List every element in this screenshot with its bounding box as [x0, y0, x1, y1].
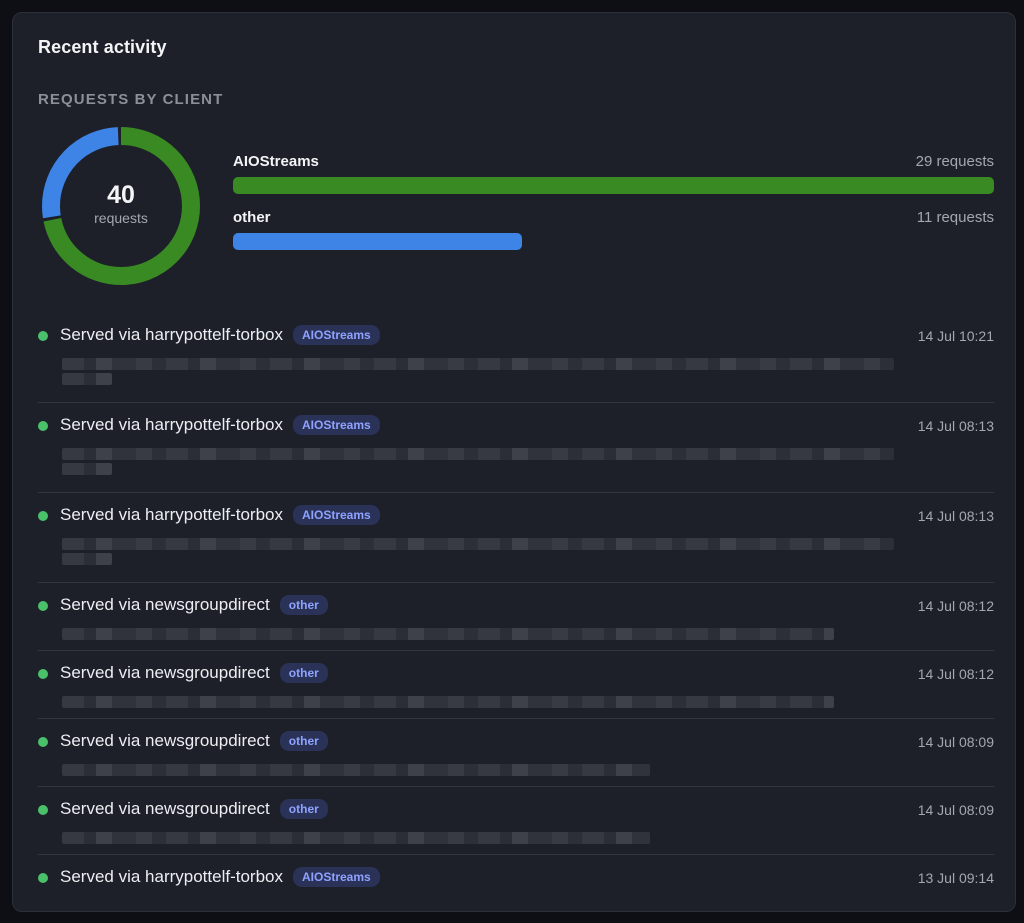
- activity-item[interactable]: Served via newsgroupdirect other 14 Jul 0…: [38, 787, 994, 855]
- client-badge: AIOStreams: [293, 325, 380, 345]
- activity-item[interactable]: Served via harrypottelf-torbox AIOStreams…: [38, 403, 994, 493]
- recent-activity-card: Recent activity REQUESTS BY CLIENT 40 re…: [12, 12, 1016, 912]
- activity-time: 14 Jul 08:12: [917, 598, 994, 614]
- redacted-detail: [62, 463, 112, 475]
- client-name: AIOStreams: [233, 153, 319, 170]
- status-dot-icon: [38, 601, 48, 611]
- status-dot-icon: [38, 669, 48, 679]
- activity-item[interactable]: Served via newsgroupdirect other 14 Jul 0…: [38, 719, 994, 787]
- donut-total: 40: [107, 181, 135, 209]
- activity-title: Served via harrypottelf-torbox: [60, 415, 283, 434]
- activity-title: Served via newsgroupdirect: [60, 663, 270, 682]
- bar-track: [233, 233, 994, 250]
- redacted-detail: [62, 832, 650, 844]
- client-count: 29 requests: [915, 153, 994, 170]
- activity-list: Served via harrypottelf-torbox AIOStreams…: [38, 313, 994, 923]
- activity-time: 14 Jul 08:13: [917, 418, 994, 434]
- status-dot-icon: [38, 873, 48, 883]
- status-dot-icon: [38, 805, 48, 815]
- activity-title: Served via newsgroupdirect: [60, 799, 270, 818]
- activity-time: 14 Jul 08:13: [917, 508, 994, 524]
- activity-time: 14 Jul 08:09: [917, 802, 994, 818]
- client-badge: AIOStreams: [293, 867, 380, 887]
- activity-item[interactable]: Served via newsgroupdirect other 14 Jul 0…: [38, 651, 994, 719]
- activity-title: Served via newsgroupdirect: [60, 731, 270, 750]
- activity-title: Served via harrypottelf-torbox: [60, 867, 283, 886]
- activity-item[interactable]: Served via harrypottelf-torbox AIOStreams…: [38, 493, 994, 583]
- status-dot-icon: [38, 421, 48, 431]
- client-bar-other: other 11 requests: [233, 209, 994, 265]
- activity-time: 14 Jul 08:09: [917, 734, 994, 750]
- activity-item[interactable]: Served via harrypottelf-torbox AIOStreams…: [38, 313, 994, 403]
- card-title: Recent activity: [38, 37, 167, 57]
- bar-track: [233, 177, 994, 194]
- activity-item[interactable]: Served via harrypottelf-torbox AIOStreams…: [38, 855, 994, 923]
- redacted-detail: [62, 696, 834, 708]
- redacted-detail: [62, 628, 834, 640]
- activity-time: 14 Jul 10:21: [917, 328, 994, 344]
- client-badge: AIOStreams: [293, 505, 380, 525]
- activity-time: 13 Jul 09:14: [917, 870, 994, 886]
- client-badge: other: [279, 595, 328, 615]
- client-count: 11 requests: [916, 209, 994, 226]
- redacted-detail: [62, 538, 894, 550]
- activity-title: Served via harrypottelf-torbox: [60, 505, 283, 524]
- section-label: REQUESTS BY CLIENT: [38, 91, 224, 108]
- redacted-detail: [62, 553, 112, 565]
- client-badge: other: [279, 663, 328, 683]
- activity-title: Served via harrypottelf-torbox: [60, 325, 283, 344]
- client-badge: other: [279, 799, 328, 819]
- bar-fill: [233, 177, 994, 194]
- activity-time: 14 Jul 08:12: [917, 666, 994, 682]
- donut-center: 40 requests: [40, 125, 202, 287]
- client-badge: other: [279, 731, 328, 751]
- activity-title: Served via newsgroupdirect: [60, 595, 270, 614]
- redacted-detail: [62, 373, 112, 385]
- redacted-detail: [62, 358, 894, 370]
- client-bar-aiostreams: AIOStreams 29 requests: [233, 153, 994, 209]
- status-dot-icon: [38, 511, 48, 521]
- status-dot-icon: [38, 331, 48, 341]
- bar-fill: [233, 233, 522, 250]
- client-bars: AIOStreams 29 requests other 11 requests: [233, 153, 994, 265]
- donut-unit: requests: [94, 210, 148, 226]
- status-dot-icon: [38, 737, 48, 747]
- redacted-detail: [62, 764, 650, 776]
- redacted-detail: [62, 448, 894, 460]
- activity-item[interactable]: Served via newsgroupdirect other 14 Jul 0…: [38, 583, 994, 651]
- requests-donut-chart: 40 requests: [40, 125, 202, 287]
- client-badge: AIOStreams: [293, 415, 380, 435]
- client-name: other: [233, 209, 271, 226]
